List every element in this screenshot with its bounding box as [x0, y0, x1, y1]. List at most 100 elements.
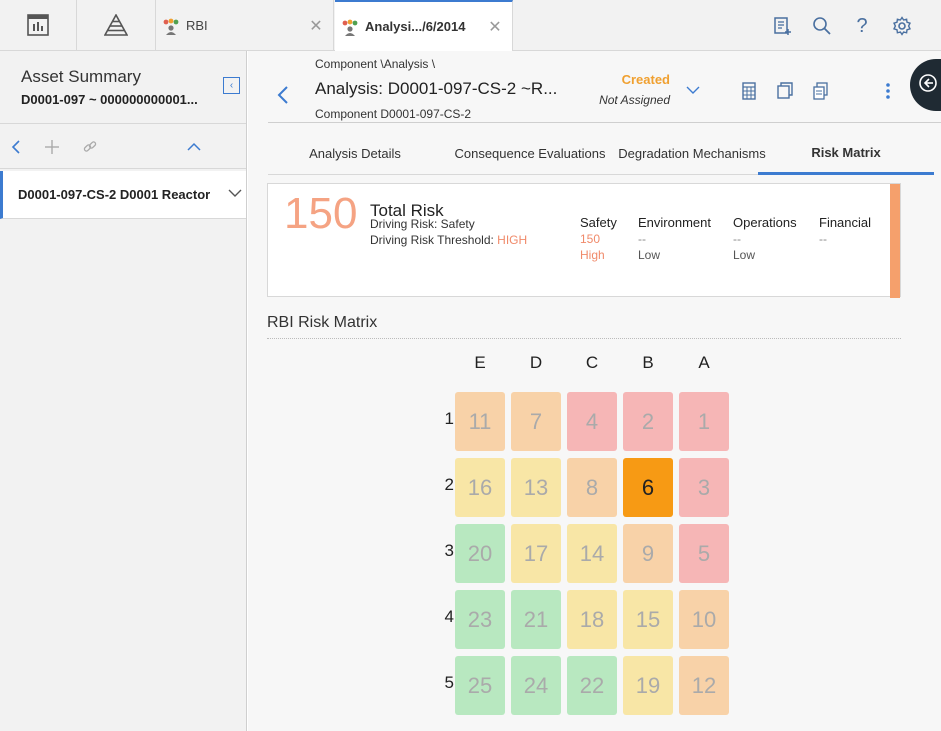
matrix-cell[interactable]: 1 [679, 392, 729, 451]
matrix-row-label: 3 [444, 541, 454, 560]
matrix-cell[interactable]: 13 [511, 458, 561, 517]
breadcrumb[interactable]: Component \Analysis \ [315, 57, 435, 71]
category-operations-label: Operations [733, 215, 797, 230]
chevron-down-icon[interactable] [685, 83, 701, 101]
category-operations-value: -- [733, 232, 741, 246]
sidebar-header: Asset Summary D0001-097 ~ 000000000001..… [0, 51, 246, 124]
total-risk-value: 150 [284, 189, 358, 238]
settings-icon[interactable] [891, 15, 913, 37]
chevron-up-icon[interactable] [182, 135, 206, 159]
chevron-down-icon[interactable] [227, 185, 243, 206]
close-icon[interactable]: ✕ [484, 17, 506, 37]
matrix-cell[interactable]: 25 [455, 656, 505, 715]
matrix-cell[interactable]: 10 [679, 590, 729, 649]
matrix-cell[interactable]: 5 [679, 524, 729, 583]
matrix-row-label: 1 [444, 409, 454, 428]
main-content: Component \Analysis \ Analysis: D0001-09… [248, 51, 941, 731]
category-safety-level: High [580, 248, 605, 262]
page-title: Analysis: D0001-097-CS-2 ~R... [315, 79, 558, 98]
documents-icon[interactable] [811, 81, 831, 101]
copy-icon[interactable] [775, 81, 795, 101]
matrix-cell[interactable]: 7 [511, 392, 561, 451]
tab-risk-matrix[interactable]: Risk Matrix [758, 133, 934, 175]
tab-consequence-evaluations[interactable]: Consequence Evaluations [442, 133, 618, 174]
category-financial-label: Financial [819, 215, 872, 230]
sidebar-item-reactor[interactable]: D0001-097-CS-2 D0001 Reactor [0, 171, 246, 219]
matrix-column-label: C [585, 353, 599, 372]
driving-risk-threshold: Driving Risk Threshold: HIGH [370, 233, 527, 247]
matrix-cell[interactable]: 2 [623, 392, 673, 451]
people-group-icon [162, 17, 180, 35]
driving-risk-label: Driving Risk: Safety [370, 217, 475, 231]
matrix-title: RBI Risk Matrix [267, 314, 378, 331]
pyramid-icon [104, 14, 128, 36]
matrix-cell[interactable]: 3 [679, 458, 729, 517]
matrix-cell[interactable]: 18 [567, 590, 617, 649]
matrix-row-label: 4 [444, 607, 454, 626]
back-arrow-icon[interactable] [276, 85, 290, 110]
sidebar: Asset Summary D0001-097 ~ 000000000001..… [0, 51, 247, 731]
category-environment-level: Low [638, 248, 661, 262]
tab-rbi[interactable]: RBI ✕ [156, 0, 334, 51]
matrix-cell[interactable]: 14 [567, 524, 617, 583]
record-tabs: Analysis Details Consequence Evaluations… [268, 133, 934, 175]
matrix-cell[interactable]: 20 [455, 524, 505, 583]
category-environment-value: -- [638, 232, 646, 246]
matrix-column-label: A [698, 353, 710, 372]
people-group-icon [341, 18, 359, 36]
matrix-cell[interactable]: 6 [623, 458, 673, 517]
link-icon[interactable] [78, 135, 102, 159]
record-header: Component \Analysis \ Analysis: D0001-09… [248, 51, 941, 175]
category-safety-label: Safety [580, 215, 617, 230]
add-icon[interactable] [40, 135, 64, 159]
header-divider [268, 122, 941, 123]
new-record-icon[interactable] [771, 15, 793, 37]
matrix-cell[interactable]: 16 [455, 458, 505, 517]
collapse-sidebar-icon[interactable]: ‹ [223, 77, 240, 94]
expand-panel-button[interactable] [910, 59, 941, 111]
matrix-cell[interactable]: 8 [567, 458, 617, 517]
category-safety-value: 150 [580, 232, 601, 246]
back-icon[interactable] [4, 135, 28, 159]
matrix-cell[interactable]: 9 [623, 524, 673, 583]
matrix-cell[interactable]: 11 [455, 392, 505, 451]
matrix-column-label: D [529, 353, 543, 372]
top-bar: RBI ✕ Analysi.../6/2014 ✕ ? [0, 0, 941, 51]
matrix-column-label: E [474, 353, 486, 372]
navigation-button[interactable] [77, 0, 156, 50]
more-options-icon[interactable] [878, 81, 898, 101]
matrix-cell[interactable]: 19 [623, 656, 673, 715]
matrix-cell[interactable]: 23 [455, 590, 505, 649]
tab-label: Analysi.../6/2014 [365, 19, 466, 34]
category-environment-label: Environment [638, 215, 711, 230]
matrix-cell[interactable]: 22 [567, 656, 617, 715]
threshold-value: HIGH [497, 233, 528, 247]
close-icon[interactable]: ✕ [305, 16, 327, 36]
tab-analysis-details[interactable]: Analysis Details [268, 133, 442, 174]
tab-degradation-mechanisms[interactable]: Degradation Mechanisms [612, 133, 772, 174]
matrix-cell[interactable]: 15 [623, 590, 673, 649]
category-operations-level: Low [733, 248, 756, 262]
matrix-row-label: 5 [444, 673, 454, 692]
tab-label: RBI [186, 18, 208, 33]
state-label[interactable]: Created [608, 72, 670, 87]
matrix-cell[interactable]: 24 [511, 656, 561, 715]
matrix-column-label: B [642, 353, 654, 372]
page-subtitle: Component D0001-097-CS-2 [315, 107, 472, 121]
risk-summary-card: 150 Total Risk Driving Risk: Safety Driv… [267, 183, 901, 298]
assignee-label: Not Assigned [599, 93, 670, 107]
matrix-row-label: 2 [444, 475, 454, 494]
risk-level-bar [890, 184, 900, 298]
matrix-cell[interactable]: 12 [679, 656, 729, 715]
calculator-icon[interactable] [739, 81, 759, 101]
dashboard-icon [27, 14, 49, 36]
matrix-cell[interactable]: 4 [567, 392, 617, 451]
tab-analysis[interactable]: Analysi.../6/2014 ✕ [335, 0, 513, 51]
matrix-cell[interactable]: 21 [511, 590, 561, 649]
sidebar-toolbar [0, 125, 246, 169]
search-icon[interactable] [811, 15, 833, 37]
matrix-cell[interactable]: 17 [511, 524, 561, 583]
category-financial-value: -- [819, 232, 827, 246]
help-icon[interactable]: ? [851, 15, 873, 37]
dashboard-button[interactable] [0, 0, 77, 50]
